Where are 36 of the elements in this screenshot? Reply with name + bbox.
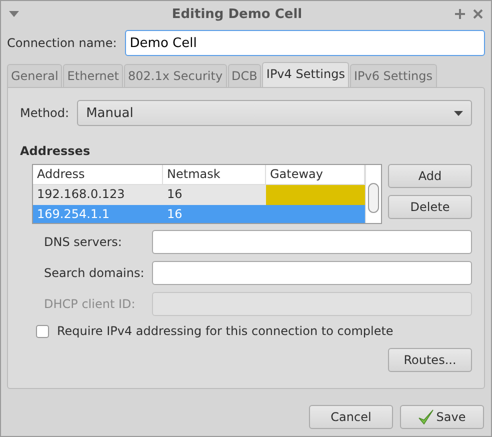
dialog-button[interactable]: Save — [400, 405, 484, 429]
table-action-button[interactable]: Delete — [388, 195, 472, 219]
table-cell: 16 — [163, 205, 266, 223]
table-cell: 169.254.1.1 — [33, 205, 163, 223]
connection-name-field[interactable]: Demo Cell — [124, 30, 485, 56]
tab[interactable]: General — [7, 64, 62, 87]
dialog-button[interactable]: Cancel — [309, 405, 393, 429]
checkbox[interactable] — [36, 324, 49, 338]
text-field[interactable] — [152, 261, 472, 285]
menu-caret-icon[interactable] — [9, 11, 19, 17]
table-cell: 192.168.0.123 — [33, 185, 163, 205]
checkmark-icon — [418, 409, 434, 425]
routes-button[interactable]: Routes... — [388, 348, 472, 372]
gateway-cell[interactable] — [266, 205, 365, 223]
text-field[interactable] — [152, 230, 472, 254]
checkbox-label: Require IPv4 addressing for this connection to complete — [57, 324, 394, 338]
tab[interactable]: 802.1x Security — [124, 64, 227, 87]
table-action-button[interactable]: Add — [388, 164, 472, 188]
addresses-heading: Addresses — [20, 144, 92, 158]
connection-name-label: Connection name: — [7, 36, 117, 50]
tab[interactable]: IPv6 Settings — [350, 64, 436, 87]
gateway-cell[interactable] — [266, 185, 365, 205]
field-label: Search domains: — [43, 266, 144, 280]
method-label: Method: — [20, 106, 70, 120]
method-dropdown[interactable]: Manual — [77, 100, 472, 126]
tab[interactable]: DCB — [228, 64, 262, 87]
field-label: DHCP client ID: — [43, 297, 136, 311]
tab[interactable]: Ethernet — [63, 64, 123, 87]
window-title: Editing Demo Cell — [170, 6, 304, 22]
maximize-icon[interactable] — [455, 9, 465, 19]
table-cell: 16 — [163, 185, 266, 205]
tab[interactable]: IPv4 Settings — [262, 62, 349, 87]
field-label: DNS servers: — [43, 235, 123, 249]
scrollbar-thumb[interactable] — [368, 183, 379, 213]
close-icon[interactable] — [473, 9, 483, 19]
dropdown-caret-icon — [454, 110, 463, 116]
